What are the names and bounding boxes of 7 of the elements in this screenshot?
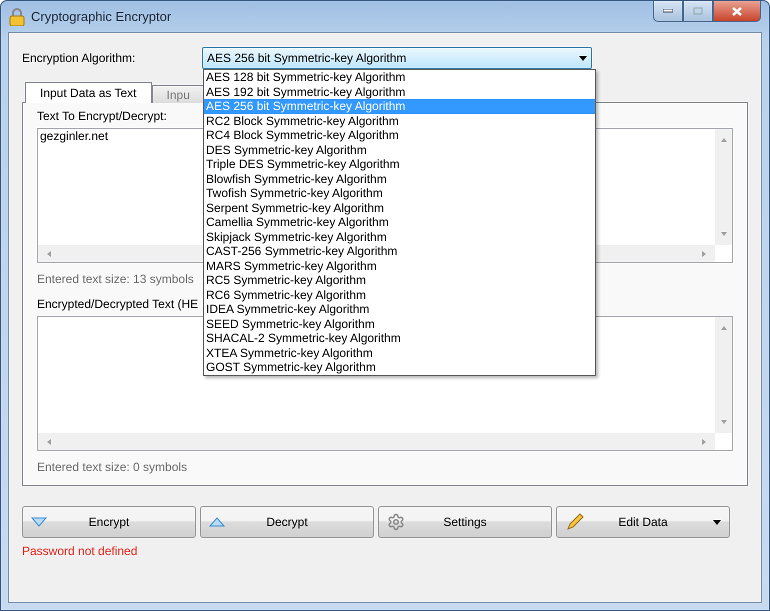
field-label: Encrypted/Decrypted Text (HE xyxy=(37,297,198,311)
algorithm-label: Encryption Algorithm: xyxy=(22,51,136,65)
status-message: Password not defined xyxy=(22,544,138,558)
text-size-label: Entered text size: 13 symbols xyxy=(37,272,194,286)
window-title: Cryptographic Encryptor xyxy=(31,9,172,24)
text-size-label: Entered text size: 0 symbols xyxy=(37,460,188,474)
field-label: Text To Encrypt/Decrypt: xyxy=(37,109,167,123)
